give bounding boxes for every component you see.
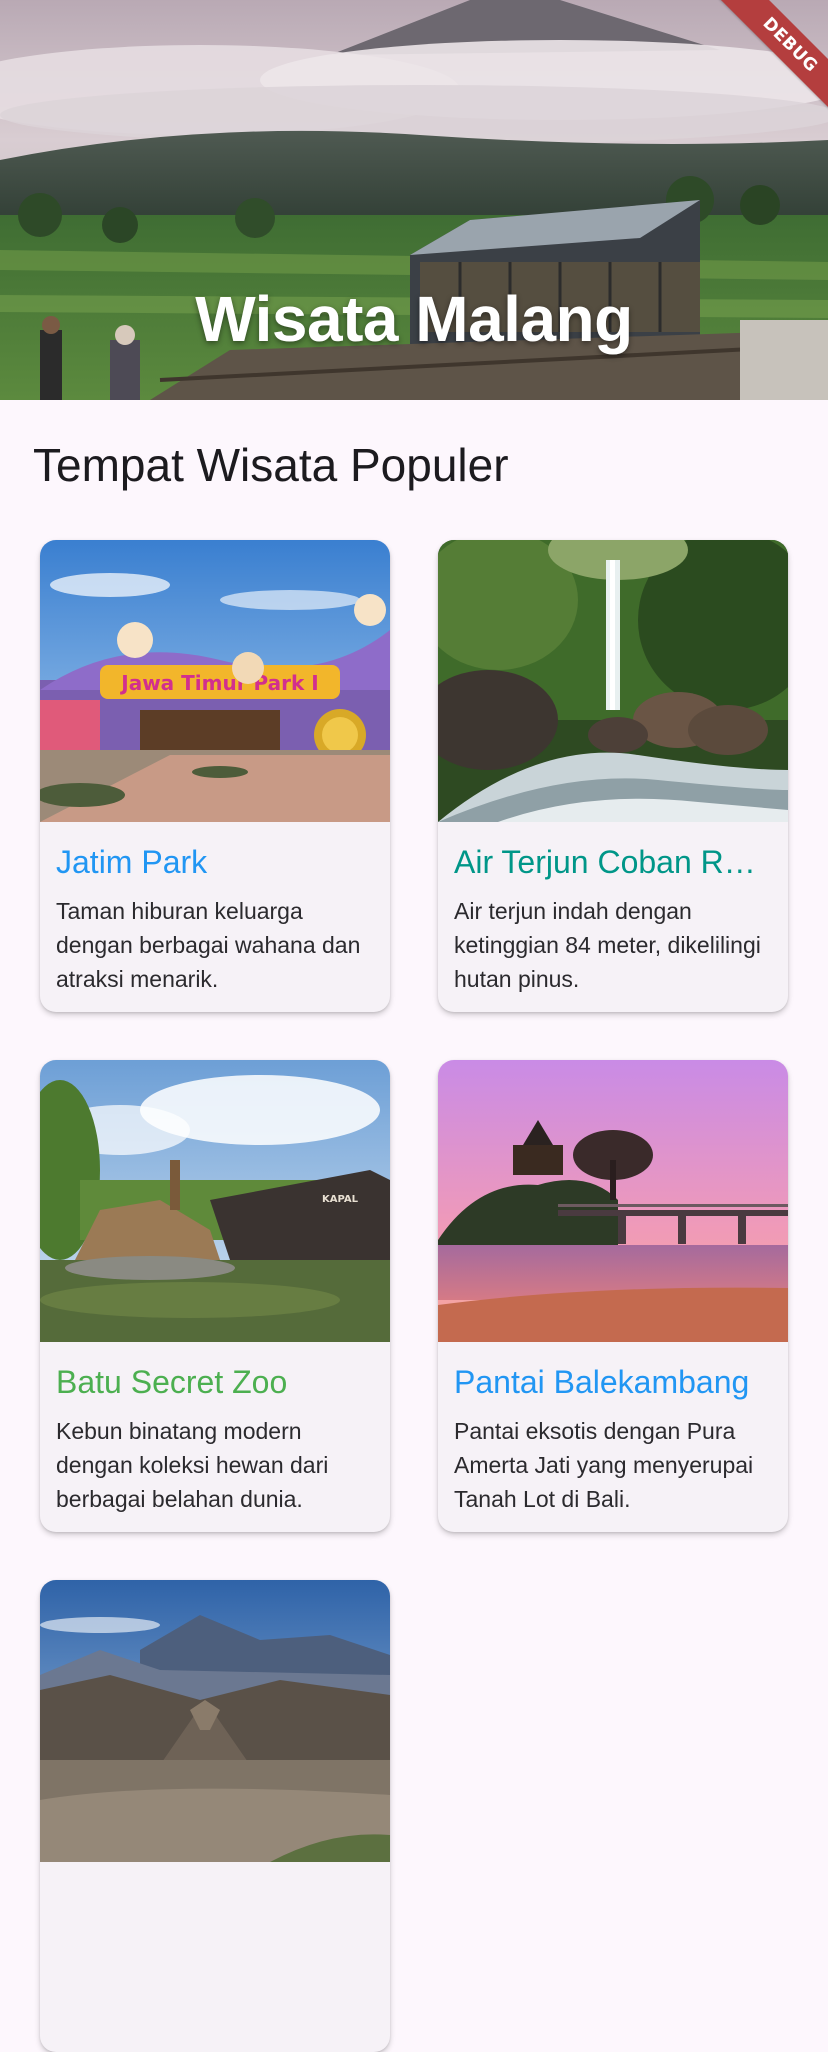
beach-sunset-photo — [438, 1060, 788, 1342]
place-description: Pantai eksotis dengan Pura Amerta Jati y… — [454, 1418, 754, 1512]
place-description: Air terjun indah dengan ketinggian 84 me… — [454, 898, 761, 992]
place-card-air-terjun-coban-rondo[interactable]: Air Terjun Coban Rondo Air terjun indah … — [438, 540, 788, 1012]
mountain-bromo-photo — [40, 1580, 390, 1862]
theme-park-photo: Jawa Timur Park I — [40, 540, 390, 822]
place-image — [40, 1580, 390, 1862]
hero-header: Wisata Malang DEBUG — [0, 0, 828, 400]
place-card-pantai-balekambang[interactable]: Pantai Balekambang Pantai eksotis dengan… — [438, 1060, 788, 1532]
app-title: Wisata Malang — [195, 283, 633, 355]
place-card-batu-secret-zoo[interactable]: KAPAL Batu Secret Zoo Kebun binatang mod… — [40, 1060, 390, 1532]
zoo-photo: KAPAL — [40, 1060, 390, 1342]
place-image: Jawa Timur Park I — [40, 540, 390, 822]
place-title: Jatim Park — [56, 844, 208, 880]
section-title: Tempat Wisata Populer — [33, 439, 509, 491]
place-title: Air Terjun Coban Rondo — [454, 844, 788, 880]
place-image: KAPAL — [40, 1060, 390, 1342]
place-description: Taman hiburan keluarga dengan berbagai w… — [56, 898, 361, 992]
place-description: Kebun binatang modern dengan koleksi hew… — [56, 1418, 329, 1512]
place-image — [438, 1060, 788, 1342]
svg-text:KAPAL: KAPAL — [322, 1194, 359, 1205]
waterfall-photo — [438, 540, 788, 822]
place-card-mountain[interactable] — [40, 1580, 390, 2052]
place-image — [438, 540, 788, 822]
svg-text:Jawa Timur Park I: Jawa Timur Park I — [119, 671, 318, 695]
place-card-jatim-park[interactable]: Jawa Timur Park I Jatim Park Taman hibur… — [40, 540, 390, 1012]
place-title: Pantai Balekambang — [454, 1364, 750, 1400]
place-title: Batu Secret Zoo — [56, 1364, 288, 1400]
